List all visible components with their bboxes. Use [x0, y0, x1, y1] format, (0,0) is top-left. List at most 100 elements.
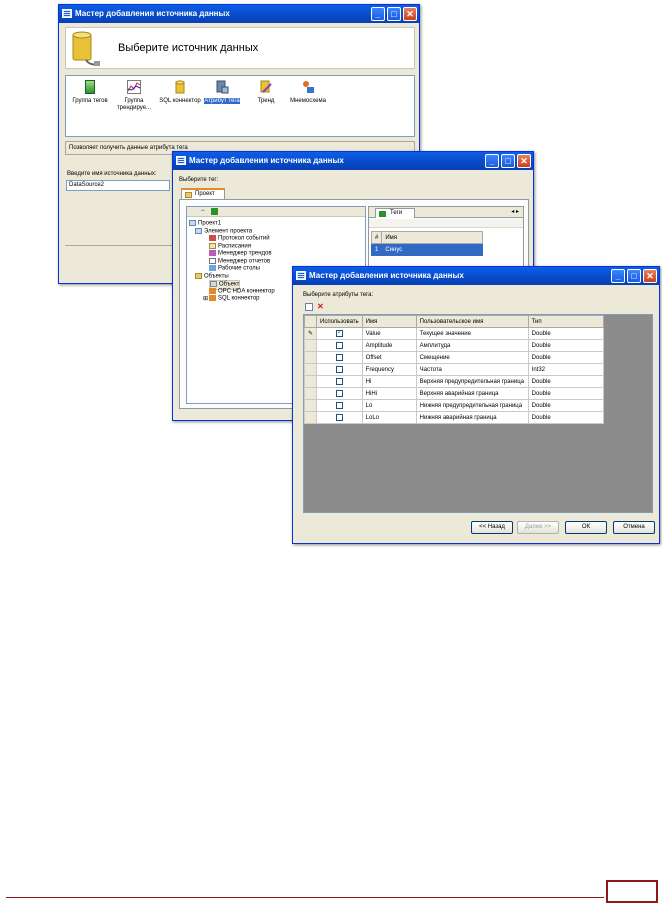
use-checkbox-cell	[316, 375, 363, 388]
tile-mnemonic[interactable]: Мнемосхема	[286, 80, 330, 105]
project-icon	[189, 220, 196, 226]
table-row[interactable]: LoLo Нижняя аварийная граница Double	[303, 411, 605, 424]
table-row[interactable]: ✎ Value Текущее значение Double	[303, 327, 605, 340]
edit-pencil-icon: ✎	[308, 331, 314, 337]
maximize-button[interactable]: □	[387, 7, 401, 21]
add-icon[interactable]	[211, 208, 218, 215]
column-header[interactable]: Пользовательское имя	[415, 315, 529, 328]
tags-toolbar	[369, 219, 523, 228]
tab-tags[interactable]: Теги	[375, 208, 415, 218]
use-checkbox[interactable]	[335, 365, 343, 373]
tile-label: SQL коннектор	[159, 98, 201, 104]
attribute-name: HiHi	[361, 387, 417, 400]
use-checkbox-cell	[316, 411, 363, 424]
desktop-icon	[209, 265, 216, 271]
maximize-button[interactable]: □	[501, 154, 515, 168]
tags-tabbar: Теги ◂ ▸	[369, 207, 523, 218]
column-header[interactable]: Тип	[527, 315, 605, 328]
table-row[interactable]: Lo Нижняя предупредительная граница Doub…	[303, 399, 605, 412]
tile-tag-group[interactable]: Группа тегов	[68, 80, 112, 105]
attribute-name: Frequency	[361, 363, 417, 376]
column-header[interactable]: Использовать	[316, 315, 363, 328]
close-button[interactable]: ✕	[403, 7, 417, 21]
table-row[interactable]: Amplitude Амплитуда Double	[303, 339, 605, 352]
tile-label: Группа трендируе...	[116, 98, 152, 111]
attribute-display-name[interactable]: Нижняя аварийная граница	[415, 411, 529, 424]
tags-header-row: # Имя	[370, 231, 483, 244]
tile-tag-attribute[interactable]: Атрибут тега	[200, 80, 244, 105]
folder-icon	[195, 272, 202, 279]
table-row[interactable]: HiHi Верхняя аварийная граница Double	[303, 387, 605, 400]
minimize-button[interactable]: _	[611, 269, 625, 283]
use-checkbox[interactable]	[335, 377, 343, 385]
attributes-table: Использовать Имя Пользовательское имя Ти…	[303, 315, 605, 424]
column-header[interactable]: Имя	[361, 315, 417, 328]
use-checkbox[interactable]	[335, 413, 343, 421]
tile-label: Тренд	[257, 98, 275, 104]
row-header	[303, 351, 318, 364]
row-header	[303, 375, 318, 388]
attribute-display-name[interactable]: Смещение	[415, 351, 529, 364]
row-header	[303, 363, 318, 376]
tile-trend-group[interactable]: Группа трендируе...	[112, 80, 156, 112]
close-button[interactable]: ✕	[643, 269, 657, 283]
attribute-name: Lo	[361, 399, 417, 412]
tag-attribute-icon	[216, 80, 229, 94]
tile-trend[interactable]: Тренд	[244, 80, 288, 105]
table-row[interactable]: Offset Смещение Double	[303, 351, 605, 364]
tree-node[interactable]: ⊞ SQL коннектор	[203, 295, 260, 303]
trend-manager-icon	[209, 250, 216, 256]
attribute-display-name[interactable]: Нижняя предупредительная граница	[415, 399, 529, 412]
tag-icon	[379, 211, 386, 217]
attribute-display-name[interactable]: Верхняя аварийная граница	[415, 387, 529, 400]
cancel-button[interactable]: Отмена	[613, 521, 655, 534]
attribute-display-name[interactable]: Текущее значение	[415, 327, 529, 340]
close-button[interactable]: ✕	[517, 154, 531, 168]
attributes-toolbar: ✕	[303, 302, 653, 313]
title-bar[interactable]: Мастер добавления источника данных _ □ ✕	[173, 152, 533, 170]
use-checkbox[interactable]	[335, 328, 343, 337]
use-checkbox[interactable]	[335, 353, 343, 361]
select-attributes-label: Выберите атрибуты тега:	[303, 292, 374, 298]
next-button[interactable]: Далее >>	[517, 521, 559, 534]
attribute-display-name[interactable]: Частота	[415, 363, 529, 376]
scroll-arrows-icon[interactable]: ◂ ▸	[511, 208, 519, 215]
database-plug-icon	[72, 31, 100, 66]
window-icon	[296, 271, 306, 280]
title-bar[interactable]: Мастер добавления источника данных _ □ ✕	[59, 5, 419, 23]
opc-hda-icon	[209, 287, 216, 294]
attribute-name: Offset	[361, 351, 417, 364]
title-bar[interactable]: Мастер добавления источника данных _ □ ✕	[293, 267, 659, 285]
expand-icon[interactable]: ⊞	[203, 296, 208, 302]
header-row: Использовать Имя Пользовательское имя Ти…	[303, 315, 605, 328]
tile-sql-connector[interactable]: SQL коннектор	[158, 80, 202, 105]
row-header	[303, 387, 318, 400]
column-header[interactable]: #	[370, 231, 383, 244]
row-header	[303, 339, 318, 352]
delete-icon[interactable]: ✕	[317, 302, 324, 311]
attribute-type: Double	[527, 351, 605, 364]
use-checkbox[interactable]	[335, 401, 343, 409]
window-title: Мастер добавления источника данных	[75, 9, 230, 18]
source-name-input[interactable]: DataSource2	[66, 180, 170, 191]
table-row[interactable]: Hi Верхняя предупредительная граница Dou…	[303, 375, 605, 388]
table-row[interactable]: Frequency Частота Int32	[303, 363, 605, 376]
properties-icon[interactable]	[305, 303, 313, 311]
use-checkbox[interactable]	[335, 389, 343, 397]
attribute-display-name[interactable]: Верхняя предупредительная граница	[415, 375, 529, 388]
maximize-button[interactable]: □	[627, 269, 641, 283]
attribute-name: Amplitude	[361, 339, 417, 352]
window-icon	[62, 9, 72, 18]
attribute-type: Double	[527, 399, 605, 412]
collapse-icon[interactable]: −	[201, 208, 205, 214]
use-checkbox[interactable]	[335, 341, 343, 349]
ok-button[interactable]: ОК	[565, 521, 607, 534]
table-row[interactable]: 1 Синус	[370, 243, 483, 256]
column-header[interactable]: Имя	[381, 231, 483, 244]
attribute-display-name[interactable]: Амплитуда	[415, 339, 529, 352]
page-heading: Выберите источник данных	[118, 42, 259, 54]
back-button[interactable]: << Назад	[471, 521, 513, 534]
minimize-button[interactable]: _	[371, 7, 385, 21]
use-checkbox-cell	[316, 351, 363, 364]
minimize-button[interactable]: _	[485, 154, 499, 168]
